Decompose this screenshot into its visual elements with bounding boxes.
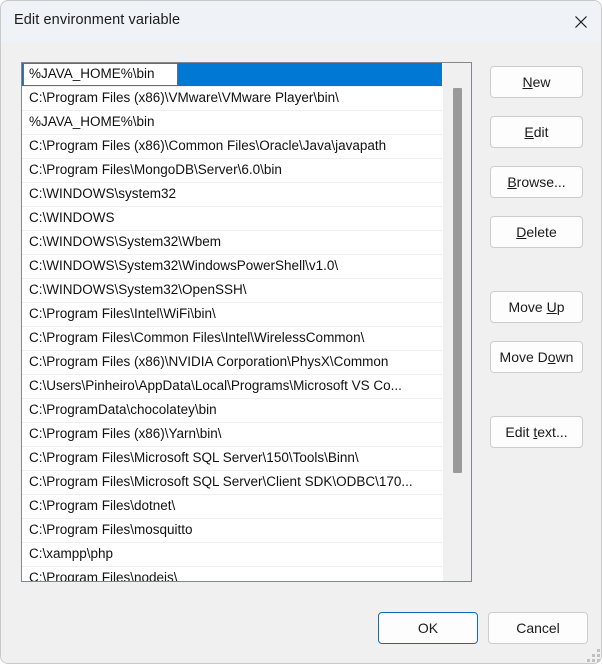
- list-item-label: C:\Program Files\dotnet\: [29, 498, 176, 513]
- new-button-accel: N: [522, 74, 533, 90]
- window-title: Edit environment variable: [14, 12, 181, 28]
- list-item-label: C:\Program Files (x86)\Common Files\Orac…: [29, 138, 387, 153]
- delete-button-suffix: elete: [526, 224, 557, 240]
- list-item-label: C:\Program Files (x86)\NVIDIA Corporatio…: [29, 354, 389, 369]
- list-item-label: C:\Program Files (x86)\Yarn\bin\: [29, 426, 222, 441]
- list-item[interactable]: C:\Program Files\Intel\WiFi\bin\: [22, 303, 444, 327]
- list-item-label: C:\Program Files\MongoDB\Server\6.0\bin: [29, 162, 282, 177]
- list-item[interactable]: C:\WINDOWS: [22, 207, 444, 231]
- resize-grip[interactable]: [587, 649, 600, 662]
- list-item[interactable]: C:\Users\Pinheiro\AppData\Local\Programs…: [22, 375, 444, 399]
- list-item[interactable]: C:\Program Files\mosquitto: [22, 519, 444, 543]
- list-item-label: C:\Program Files\Common Files\Intel\Wire…: [29, 330, 365, 345]
- list-item-label: C:\Program Files\Intel\WiFi\bin\: [29, 306, 216, 321]
- list-item[interactable]: C:\xampp\php: [22, 543, 444, 567]
- path-edit-value: %JAVA_HOME%\bin: [29, 66, 155, 81]
- move-down-button-accel: o: [547, 349, 556, 365]
- move-up-button-label: Move: [508, 299, 547, 315]
- list-item-label: C:\Program Files\nodejs\: [29, 570, 178, 582]
- list-item[interactable]: C:\Program Files\Microsoft SQL Server\15…: [22, 447, 444, 471]
- list-item-label: C:\ProgramData\chocolatey\bin: [29, 402, 217, 417]
- new-button[interactable]: New: [490, 66, 583, 98]
- list-item-label: C:\Program Files (x86)\VMware\VMware Pla…: [29, 90, 339, 105]
- list-item-label: C:\WINDOWS\System32\WindowsPowerShell\v1…: [29, 258, 339, 273]
- list-item-label: C:\WINDOWS\System32\Wbem: [29, 234, 222, 249]
- browse-button-suffix: rowse...: [516, 174, 566, 190]
- path-list[interactable]: %JAVA_HOME%\bin C:\Program Files (x86)\VM…: [21, 62, 472, 582]
- list-item[interactable]: C:\Program Files\dotnet\: [22, 495, 444, 519]
- list-item-label: C:\xampp\php: [29, 546, 114, 561]
- move-up-button-accel: U: [546, 299, 557, 315]
- list-item-label: C:\WINDOWS\System32\OpenSSH\: [29, 282, 247, 297]
- browse-button-accel: B: [507, 174, 517, 190]
- delete-button[interactable]: Delete: [490, 216, 583, 248]
- list-item[interactable]: C:\Program Files (x86)\Yarn\bin\: [22, 423, 444, 447]
- list-item[interactable]: C:\Program Files (x86)\VMware\VMware Pla…: [22, 87, 444, 111]
- cancel-button[interactable]: Cancel: [488, 612, 588, 644]
- list-item-label: C:\Program Files\mosquitto: [29, 522, 193, 537]
- list-item[interactable]: C:\ProgramData\chocolatey\bin: [22, 399, 444, 423]
- list-item-label: %JAVA_HOME%\bin: [29, 114, 155, 129]
- new-button-suffix: ew: [532, 74, 551, 90]
- move-down-button-label: Move D: [499, 349, 548, 365]
- move-down-button-suffix: wn: [555, 349, 574, 365]
- edit-text-button-label: Edit: [505, 424, 534, 440]
- list-item-label: C:\Program Files\Microsoft SQL Server\Cl…: [29, 474, 413, 489]
- move-down-button[interactable]: Move Down: [490, 341, 583, 373]
- move-up-button-suffix: p: [556, 299, 565, 315]
- list-item[interactable]: C:\Program Files\MongoDB\Server\6.0\bin: [22, 159, 444, 183]
- list-item[interactable]: C:\WINDOWS\System32\WindowsPowerShell\v1…: [22, 255, 444, 279]
- edit-button-accel: E: [524, 124, 534, 140]
- list-item[interactable]: C:\WINDOWS\System32\OpenSSH\: [22, 279, 444, 303]
- list-item[interactable]: C:\Program Files (x86)\NVIDIA Corporatio…: [22, 351, 444, 375]
- close-button[interactable]: [558, 1, 601, 42]
- list-item-label: C:\WINDOWS: [29, 210, 115, 225]
- list-item-label: C:\Users\Pinheiro\AppData\Local\Programs…: [29, 378, 402, 393]
- list-item[interactable]: C:\WINDOWS\System32\Wbem: [22, 231, 444, 255]
- list-item[interactable]: C:\Program Files (x86)\Common Files\Orac…: [22, 135, 444, 159]
- path-edit-input[interactable]: %JAVA_HOME%\bin: [23, 63, 178, 86]
- title-bar: Edit environment variable: [1, 1, 601, 42]
- ok-button[interactable]: OK: [378, 612, 478, 644]
- dialog-client-area: %JAVA_HOME%\bin C:\Program Files (x86)\VM…: [1, 42, 601, 663]
- edit-environment-variable-dialog: Edit environment variable %JAVA_HOME%\bi…: [0, 0, 602, 664]
- edit-text-button[interactable]: Edit text...: [490, 416, 583, 448]
- list-item[interactable]: C:\WINDOWS\system32: [22, 183, 444, 207]
- close-icon: [574, 15, 587, 28]
- vertical-scrollbar[interactable]: [442, 63, 471, 581]
- list-item[interactable]: C:\Program Files\Common Files\Intel\Wire…: [22, 327, 444, 351]
- browse-button[interactable]: Browse...: [490, 166, 583, 198]
- list-item[interactable]: C:\Program Files\nodejs\: [22, 567, 444, 582]
- list-item[interactable]: C:\Program Files\Microsoft SQL Server\Cl…: [22, 471, 444, 495]
- delete-button-accel: D: [516, 224, 527, 240]
- move-up-button[interactable]: Move Up: [490, 291, 583, 323]
- edit-button-suffix: dit: [533, 124, 549, 140]
- path-list-rows: %JAVA_HOME%\bin C:\Program Files (x86)\VM…: [22, 63, 444, 582]
- scrollbar-thumb[interactable]: [453, 88, 462, 473]
- list-item[interactable]: %JAVA_HOME%\bin: [22, 63, 444, 87]
- edit-button[interactable]: Edit: [490, 116, 583, 148]
- edit-text-button-suffix: ext...: [537, 424, 568, 440]
- list-item[interactable]: %JAVA_HOME%\bin: [22, 111, 444, 135]
- list-item-label: C:\WINDOWS\system32: [29, 186, 177, 201]
- list-item-label: C:\Program Files\Microsoft SQL Server\15…: [29, 450, 359, 465]
